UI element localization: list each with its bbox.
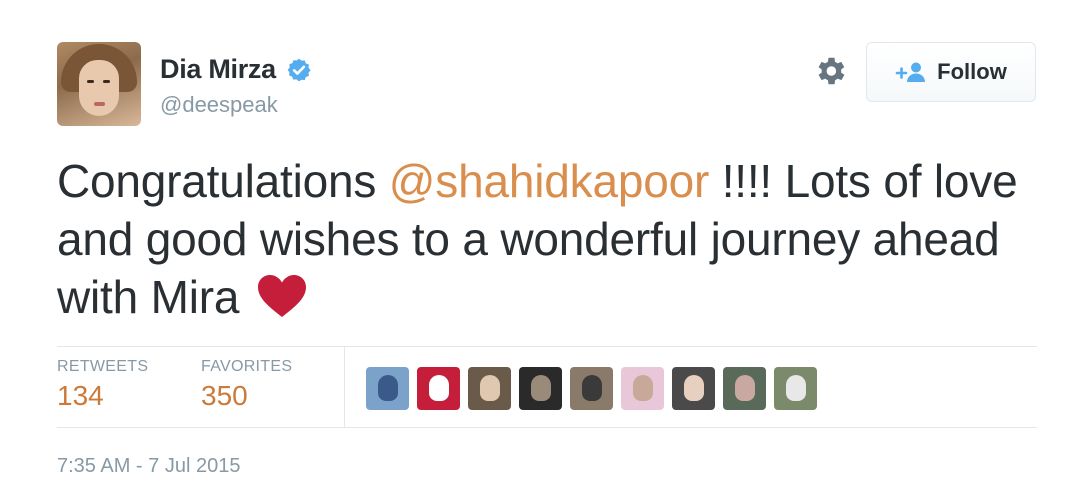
- avatar[interactable]: [57, 42, 141, 126]
- retweets-label: RETWEETS: [57, 358, 149, 375]
- heart-icon: [257, 275, 306, 317]
- favorites-label: FAVORITES: [201, 358, 293, 375]
- favoriter-avatar-figure: [684, 375, 704, 401]
- name-row: Dia Mirza: [160, 54, 312, 85]
- favoriter-avatar[interactable]: [366, 367, 409, 410]
- favoriter-avatar-figure: [582, 375, 602, 401]
- favoriter-avatar[interactable]: [723, 367, 766, 410]
- favoriter-avatar-figure: [378, 375, 398, 401]
- stats-top-divider: [57, 346, 1037, 347]
- avatar-face: [79, 60, 119, 116]
- favoriter-avatar-figure: [633, 375, 653, 401]
- mention-link[interactable]: @shahidkapoor: [389, 155, 710, 207]
- favoriter-avatar-figure: [786, 375, 806, 401]
- favoriter-avatar-figure: [429, 375, 449, 401]
- display-name[interactable]: Dia Mirza: [160, 54, 276, 85]
- verified-badge-icon: [287, 58, 311, 81]
- tweet-text-start: Congratulations: [57, 155, 389, 207]
- favoriter-avatar[interactable]: [417, 367, 460, 410]
- favoriter-avatar-figure: [480, 375, 500, 401]
- favorites-stat[interactable]: FAVORITES 350: [201, 358, 292, 412]
- favorites-count: 350: [201, 380, 248, 411]
- avatar-lips: [94, 102, 105, 106]
- retweets-stat[interactable]: RETWEETS 134: [57, 358, 148, 412]
- favoriter-avatar-figure: [531, 375, 551, 401]
- tweet-text: Congratulations @shahidkapoor !!!! Lots …: [57, 152, 1047, 326]
- favoriter-avatar[interactable]: [570, 367, 613, 410]
- follow-button[interactable]: Follow: [866, 42, 1036, 102]
- avatar-eye: [103, 80, 110, 83]
- add-user-icon: [895, 62, 926, 82]
- follow-label: Follow: [937, 59, 1007, 84]
- stats-vertical-divider: [344, 347, 345, 427]
- favoriter-avatar[interactable]: [774, 367, 817, 410]
- favoriter-avatar-figure: [735, 375, 755, 401]
- user-handle[interactable]: @deespeak: [160, 92, 278, 118]
- favoriters-list: [366, 367, 817, 410]
- favoriter-avatar[interactable]: [672, 367, 715, 410]
- stats-bottom-divider: [57, 427, 1037, 428]
- favoriter-avatar[interactable]: [621, 367, 664, 410]
- favoriter-avatar[interactable]: [519, 367, 562, 410]
- favoriter-avatar[interactable]: [468, 367, 511, 410]
- gear-icon[interactable]: [812, 53, 848, 89]
- avatar-eye: [87, 80, 94, 83]
- retweets-count: 134: [57, 380, 104, 411]
- tweet-timestamp[interactable]: 7:35 AM - 7 Jul 2015: [57, 455, 240, 478]
